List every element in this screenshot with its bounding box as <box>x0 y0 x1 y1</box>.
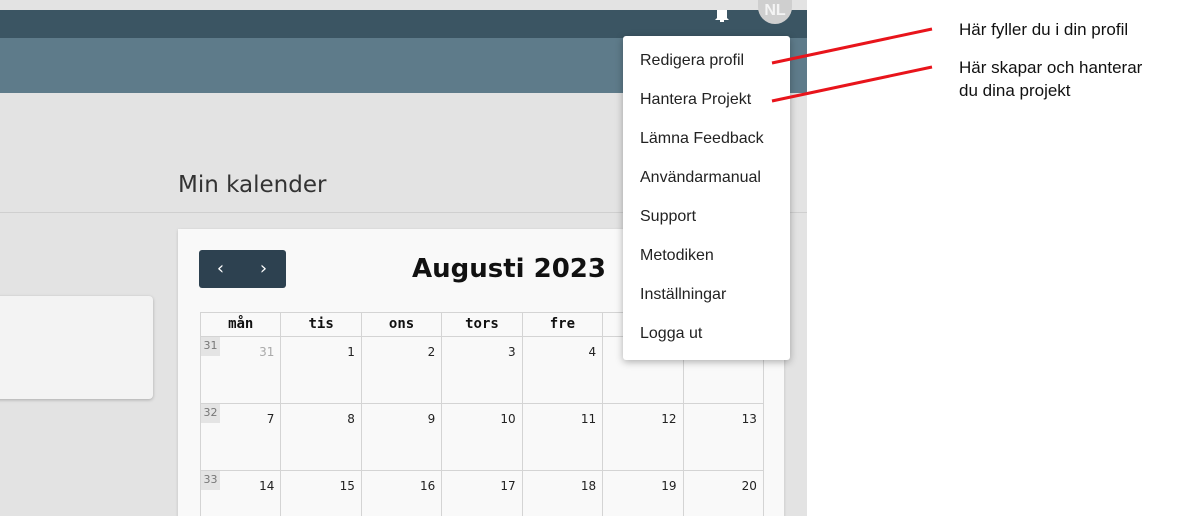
annotation-line-projects <box>771 65 933 103</box>
annotation-projects-line2: du dina projekt <box>959 81 1071 100</box>
annotation-line-profile <box>771 27 933 65</box>
annotation-projects-line1: Här skapar och hanterar <box>959 58 1143 77</box>
annotation-profile: Här fyller du i din profil <box>959 20 1129 39</box>
